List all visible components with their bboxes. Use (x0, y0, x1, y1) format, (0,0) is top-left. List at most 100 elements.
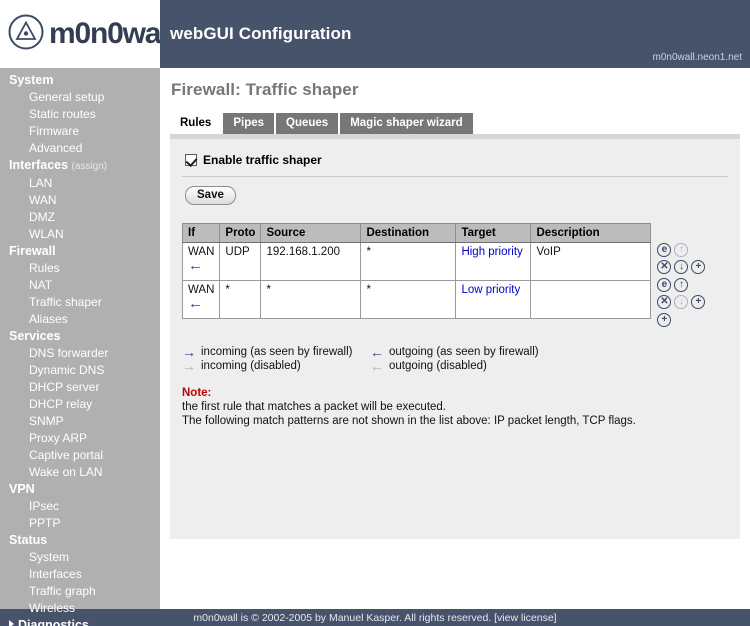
outgoing-arrow-icon: ← (370, 358, 384, 374)
sidebar-item-rules[interactable]: Rules (0, 260, 160, 277)
sidebar-group-vpn[interactable]: VPN (0, 481, 160, 498)
sidebar-group-status[interactable]: Status (0, 532, 160, 549)
page-header: m0n0wall webGUI Configuration m0n0wall.n… (0, 0, 750, 68)
cell-proto: UDP (219, 242, 262, 281)
add-rule-button-bottom[interactable]: + (657, 313, 672, 327)
note-title: Note: (182, 387, 212, 399)
sidebar-item-general-setup[interactable]: General setup (0, 89, 160, 106)
main-content: Firewall: Traffic shaper Rules Pipes Queue… (160, 68, 750, 609)
cell-target: High priority (455, 242, 532, 281)
append-rule-row: + (657, 313, 705, 327)
settings-panel: Enable traffic shaper Save If Proto Source… (170, 139, 740, 539)
sidebar-item-ipsec[interactable]: IPsec (0, 498, 160, 515)
cell-interface: WAN ← (181, 242, 221, 281)
column-header-if: If (181, 223, 221, 243)
sidebar-item-lan[interactable]: LAN (0, 175, 160, 192)
row-actions-bottom: ✕ ↓ + (657, 295, 706, 309)
sidebar-item-wlan[interactable]: WLAN (0, 226, 160, 243)
sidebar-item-captive-portal[interactable]: Captive portal (0, 447, 160, 464)
hostname-label: m0n0wall.neon1.net (652, 52, 742, 63)
outgoing-arrow-icon: ← (370, 344, 384, 360)
note-line-1: the first rule that matches a packet wil… (182, 401, 446, 413)
cell-description: VoIP (530, 242, 652, 281)
cell-proto: * (219, 280, 262, 319)
move-rule-up-button: ↑ (674, 243, 689, 257)
sidebar-item-firmware[interactable]: Firmware (0, 123, 160, 140)
table-row[interactable]: WAN ← UDP 192.168.1.200 * High priority VoIP (181, 242, 652, 281)
enable-traffic-shaper-checkbox[interactable] (185, 154, 197, 166)
sidebar-item-snmp[interactable]: SNMP (0, 413, 160, 430)
legend-entry: ← outgoing (as seen by firewall) (370, 344, 539, 360)
cell-target: Low priority (455, 280, 532, 319)
sidebar-item-system[interactable]: System (0, 549, 160, 566)
cell-destination: * (360, 242, 457, 281)
sidebar-item-dhcp-relay[interactable]: DHCP relay (0, 396, 160, 413)
sidebar-group-label: VPN (9, 482, 35, 496)
tab-queues[interactable]: Queues (276, 113, 339, 134)
add-rule-button[interactable]: + (691, 260, 706, 274)
column-header-destination: Destination (360, 223, 457, 243)
brand-logo: m0n0wall (0, 0, 176, 68)
header-bar: webGUI Configuration m0n0wall.neon1.net (160, 0, 750, 68)
move-rule-down-button: ↓ (674, 295, 689, 309)
view-license-link[interactable]: [view license] (494, 612, 556, 624)
sidebar-group-firewall[interactable]: Firewall (0, 243, 160, 260)
legend-label: incoming (as seen by firewall) (201, 346, 353, 358)
tab-pipes[interactable]: Pipes (223, 113, 275, 134)
tab-rules[interactable]: Rules (170, 113, 222, 134)
sidebar-item-wan[interactable]: WAN (0, 192, 160, 209)
sidebar-item-dynamic-dns[interactable]: Dynamic DNS (0, 362, 160, 379)
legend-row: → incoming (disabled) ← outgoing (disabled) (182, 358, 728, 374)
sidebar-assign-link[interactable]: (assign) (72, 161, 108, 172)
sidebar-group-system[interactable]: System (0, 72, 160, 89)
sidebar-item-dns-forwarder[interactable]: DNS forwarder (0, 345, 160, 362)
sidebar-group-interfaces[interactable]: Interfaces (assign) (0, 157, 160, 175)
move-rule-down-button[interactable]: ↓ (674, 260, 689, 274)
sidebar-item-dmz[interactable]: DMZ (0, 209, 160, 226)
table-header-row: If Proto Source Destination Target Descriptio… (181, 223, 652, 243)
sidebar-item-wireless[interactable]: Wireless (0, 600, 160, 617)
add-rule-button[interactable]: + (691, 295, 706, 309)
target-link[interactable]: Low priority (461, 284, 520, 296)
header-title: webGUI Configuration (170, 24, 352, 43)
body: System General setup Static routes Firmware… (0, 68, 750, 626)
sidebar-item-aliases[interactable]: Aliases (0, 311, 160, 328)
sidebar-item-wake-on-lan[interactable]: Wake on LAN (0, 464, 160, 481)
sidebar-item-advanced[interactable]: Advanced (0, 140, 160, 157)
incoming-arrow-icon: → (182, 358, 196, 374)
sidebar-item-pptp[interactable]: PPTP (0, 515, 160, 532)
sidebar-item-interfaces[interactable]: Interfaces (0, 566, 160, 583)
sidebar-group-label: Diagnostics (18, 618, 89, 626)
move-rule-up-button[interactable]: ↑ (674, 278, 689, 292)
sidebar-group-diagnostics[interactable]: Diagnostics (0, 617, 160, 626)
rules-table-area: If Proto Source Destination Target Descriptio… (181, 223, 728, 330)
legend-entry: → incoming (disabled) (182, 358, 370, 374)
table-row[interactable]: WAN ← * * * Low priority (181, 280, 652, 319)
sidebar-item-proxy-arp[interactable]: Proxy ARP (0, 430, 160, 447)
sidebar-item-traffic-graph[interactable]: Traffic graph (0, 583, 160, 600)
sidebar-item-nat[interactable]: NAT (0, 277, 160, 294)
note-line-2: The following match patterns are not sho… (182, 415, 636, 427)
sidebar-item-static-routes[interactable]: Static routes (0, 106, 160, 123)
chevron-right-icon (9, 620, 14, 626)
table-body: WAN ← UDP 192.168.1.200 * High priority VoIP WA… (181, 242, 652, 319)
column-header-proto: Proto (219, 223, 262, 243)
sidebar-item-traffic-shaper[interactable]: Traffic shaper (0, 294, 160, 311)
target-link[interactable]: High priority (461, 246, 522, 258)
sidebar-group-label: Firewall (9, 244, 56, 258)
tab-magic-shaper-wizard[interactable]: Magic shaper wizard (340, 113, 473, 134)
cell-source: 192.168.1.200 (260, 242, 362, 281)
delete-rule-button[interactable]: ✕ (657, 260, 672, 274)
edit-rule-button[interactable]: e (657, 243, 672, 257)
edit-rule-button[interactable]: e (657, 278, 672, 292)
save-button[interactable]: Save (185, 186, 236, 205)
sidebar-nav: System General setup Static routes Firmware… (0, 68, 160, 626)
delete-rule-button[interactable]: ✕ (657, 295, 672, 309)
sidebar-group-label: Services (9, 329, 61, 343)
sidebar-group-label: Interfaces (9, 158, 69, 172)
legend-label: outgoing (disabled) (389, 360, 487, 372)
sidebar-item-dhcp-server[interactable]: DHCP server (0, 379, 160, 396)
row-actions: e ↑ ✕ ↓ + (657, 243, 706, 274)
enable-traffic-shaper-row[interactable]: Enable traffic shaper (185, 153, 728, 167)
sidebar-group-services[interactable]: Services (0, 328, 160, 345)
